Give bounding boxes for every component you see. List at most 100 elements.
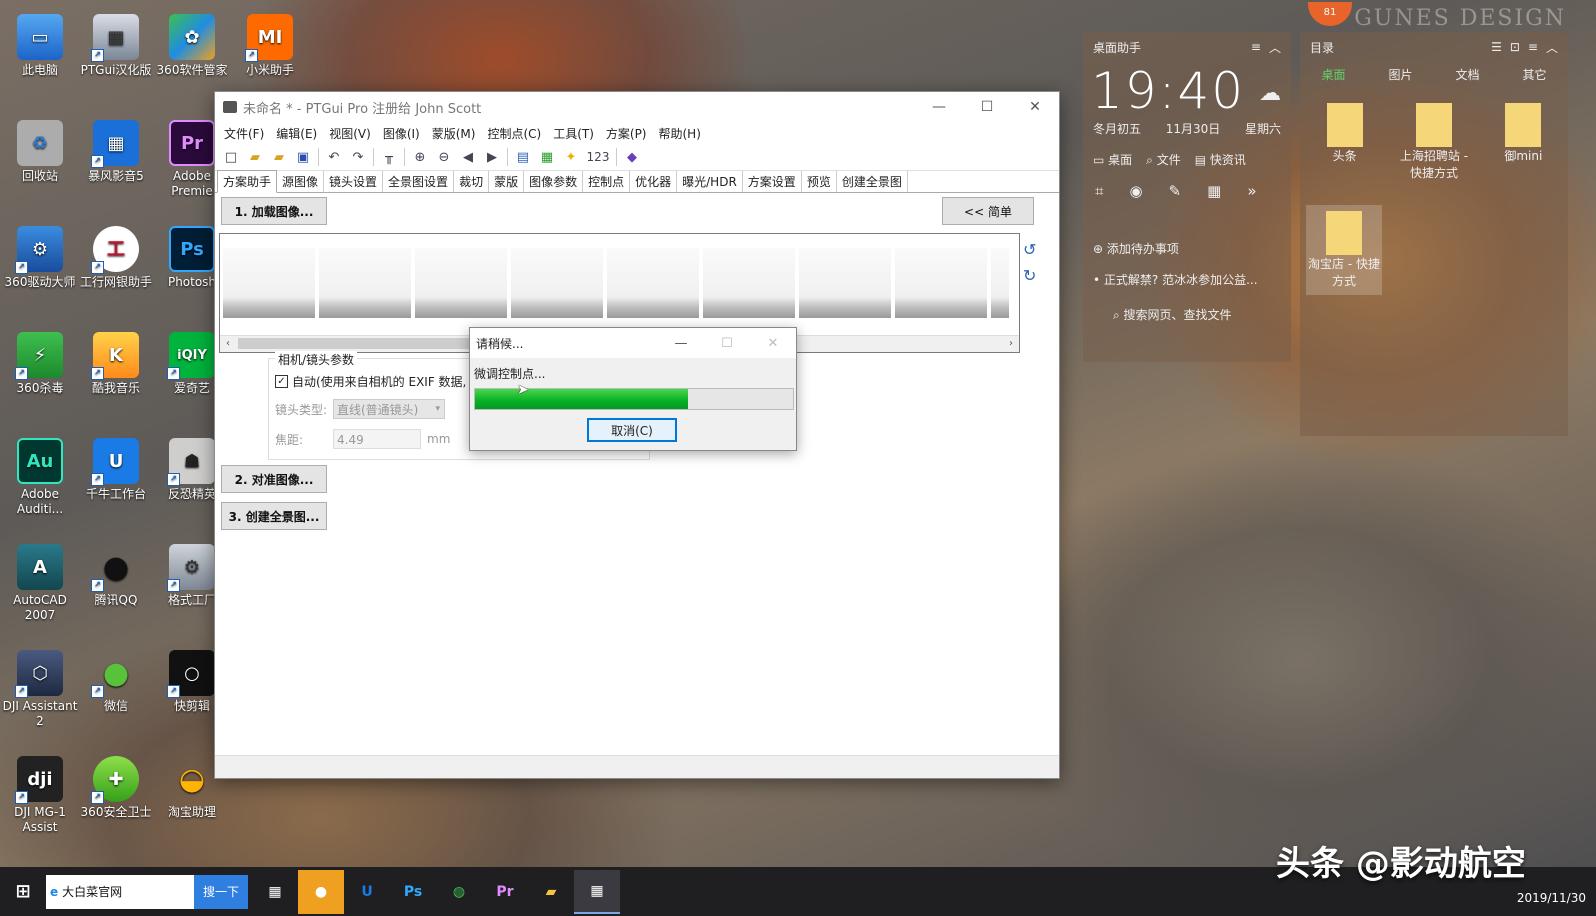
news-item[interactable]: • 正式解禁? 范冰冰参加公益... xyxy=(1083,257,1291,288)
menu-tools[interactable]: 工具(T) xyxy=(547,125,600,142)
desktop-icon-wechat[interactable]: ● ↗ 微信 xyxy=(78,650,154,714)
desktop-icon-baofeng[interactable]: ▦ ↗ 暴风影音5 xyxy=(78,120,154,184)
menu-help[interactable]: 帮助(H) xyxy=(653,125,707,142)
desktop-icon-qq[interactable]: ● ↗ 腾讯QQ xyxy=(78,544,154,608)
tab-project-settings[interactable]: 方案设置 xyxy=(743,171,802,192)
table-icon[interactable]: ▦ xyxy=(535,146,559,168)
taskbar-search-input[interactable]: e 大白菜官网 xyxy=(46,874,194,909)
crop-icon[interactable]: ⌗ xyxy=(1095,182,1103,200)
new-file-icon[interactable]: □ xyxy=(219,146,243,168)
minimize-button[interactable]: — xyxy=(915,92,963,122)
dir-tab-images[interactable]: 图片 xyxy=(1388,66,1412,83)
tripod-icon[interactable]: ╥ xyxy=(377,146,401,168)
desktop-icon-audition[interactable]: Au Adobe Auditi... xyxy=(2,438,78,517)
dialog-titlebar[interactable]: 请稍候... — ☐ ✕ xyxy=(470,328,796,358)
close-button[interactable]: ✕ xyxy=(1011,92,1059,122)
focal-length-input[interactable]: 4.49 xyxy=(333,429,421,449)
todo-add[interactable]: ⊕ 添加待办事项 xyxy=(1083,200,1291,257)
dir-tab-other[interactable]: 其它 xyxy=(1522,66,1546,83)
rotate-right-icon[interactable]: ↻ xyxy=(1023,266,1036,285)
menu-view[interactable]: 视图(V) xyxy=(323,125,377,142)
eye-icon[interactable]: ◉ xyxy=(1129,182,1142,200)
simple-mode-button[interactable]: << 简单 xyxy=(942,197,1034,225)
open-folder-icon[interactable]: ▰ xyxy=(243,146,267,168)
dir-item-shanghai[interactable]: 上海招聘站 - 快捷方式 xyxy=(1396,103,1472,181)
menu-icon[interactable]: ≡ xyxy=(1251,40,1261,54)
image-thumbnail[interactable] xyxy=(607,248,699,318)
arrow-left-icon[interactable]: ◀ xyxy=(456,146,480,168)
menu-icon[interactable]: ≡ xyxy=(1528,40,1538,54)
menu-mask[interactable]: 蒙版(M) xyxy=(426,125,482,142)
save-icon[interactable]: ▣ xyxy=(291,146,315,168)
create-panorama-button[interactable]: 3. 创建全景图... xyxy=(221,502,327,530)
list-icon[interactable]: ☰ xyxy=(1491,40,1502,54)
link-files[interactable]: ⌕ 文件 xyxy=(1146,151,1181,168)
tab-source-images[interactable]: 源图像 xyxy=(277,171,325,192)
menu-control-points[interactable]: 控制点(C) xyxy=(481,125,547,142)
desktop-icon-recycle-bin[interactable]: ♻ 回收站 xyxy=(2,120,78,184)
number-button[interactable]: 123 xyxy=(583,146,613,168)
menu-edit[interactable]: 编辑(E) xyxy=(270,125,323,142)
file-explorer-icon[interactable]: ▰ xyxy=(528,870,574,914)
dir-item-mavic-mini[interactable]: 御mini xyxy=(1485,103,1561,181)
align-images-button[interactable]: 2. 对准图像... xyxy=(221,465,327,493)
dir-tab-desktop[interactable]: 桌面 xyxy=(1321,66,1345,83)
image-thumbnail[interactable] xyxy=(415,248,507,318)
calculator-icon[interactable]: ▦ xyxy=(1207,182,1221,200)
image-thumbnail[interactable] xyxy=(799,248,891,318)
dir-tab-docs[interactable]: 文档 xyxy=(1455,66,1479,83)
tab-control-points[interactable]: 控制点 xyxy=(583,171,631,192)
scroll-left-icon[interactable]: ‹ xyxy=(220,336,236,352)
desktop-icon-360-manager[interactable]: ✿ 360软件管家 xyxy=(154,14,230,78)
dir-item-taobao[interactable]: 淘宝店 - 快捷方式 xyxy=(1306,205,1382,295)
desktop-icon-360-driver[interactable]: ⚙ ↗ 360驱动大师 xyxy=(2,226,78,290)
tab-image-parameters[interactable]: 图像参数 xyxy=(524,171,584,192)
desktop-icon-autocad[interactable]: A AutoCAD 2007 xyxy=(2,544,78,623)
image-thumbnail[interactable] xyxy=(223,248,315,318)
panorama-editor-icon[interactable]: ▤ xyxy=(511,146,535,168)
chevron-up-icon[interactable]: ︿ xyxy=(1546,39,1558,56)
desktop-icon-360-antivirus[interactable]: ⚡ ↗ 360杀毒 xyxy=(2,332,78,396)
premiere-icon[interactable]: Pr xyxy=(482,870,528,914)
forward-icon[interactable]: » xyxy=(1247,182,1256,200)
image-thumbnail[interactable] xyxy=(991,248,1009,318)
cancel-button[interactable]: 取消(C) xyxy=(587,418,677,442)
window-titlebar[interactable]: 未命名 * - PTGui Pro 注册给 John Scott — ☐ ✕ xyxy=(215,92,1059,122)
auto-exif-checkbox[interactable]: ✓ xyxy=(275,375,288,388)
desktop-icon-ptgui[interactable]: ▦ ↗ PTGui汉化版 xyxy=(78,14,154,78)
desktop-icon-this-pc[interactable]: ▭ 此电脑 xyxy=(2,14,78,78)
redo-icon[interactable]: ↷ xyxy=(346,146,370,168)
desktop-icon-icbc[interactable]: 工 ↗ 工行网银助手 xyxy=(78,226,154,290)
qianniu-icon[interactable]: U xyxy=(344,870,390,914)
scroll-right-icon[interactable]: › xyxy=(1003,336,1019,352)
image-thumbnail[interactable] xyxy=(895,248,987,318)
load-images-button[interactable]: 1. 加载图像... xyxy=(221,197,327,225)
tab-crop[interactable]: 裁切 xyxy=(454,171,490,192)
arrow-right-icon[interactable]: ▶ xyxy=(480,146,504,168)
tab-optimizer[interactable]: 优化器 xyxy=(630,171,678,192)
desktop-icon-mi-assistant[interactable]: MI ↗ 小米助手 xyxy=(232,14,308,78)
widget-search[interactable]: ⌕ 搜索网页、查找文件 xyxy=(1083,288,1291,323)
calculator-icon[interactable]: ▦ xyxy=(252,870,298,914)
desktop-icon-dji-assistant[interactable]: ⬡ ↗ DJI Assistant 2 xyxy=(2,650,78,729)
zoom-in-icon[interactable]: ⊕ xyxy=(408,146,432,168)
scrollbar-thumb[interactable] xyxy=(238,338,488,349)
tab-preview[interactable]: 预览 xyxy=(802,171,837,192)
chevron-up-icon[interactable]: ︿ xyxy=(1269,39,1281,56)
image-thumbnail[interactable] xyxy=(703,248,795,318)
desktop-icon-360-safe[interactable]: ✚ ↗ 360安全卫士 xyxy=(78,756,154,820)
lens-type-select[interactable]: 直线(普通镜头) ▾ xyxy=(333,399,445,419)
image-thumbnail[interactable] xyxy=(511,248,603,318)
dir-item-toutiao[interactable]: 头条 xyxy=(1307,103,1383,181)
dialog-minimize-button[interactable]: — xyxy=(658,336,704,351)
rotate-left-icon[interactable]: ↺ xyxy=(1023,240,1036,259)
edit-icon[interactable]: ✎ xyxy=(1169,182,1182,200)
image-thumbnail[interactable] xyxy=(319,248,411,318)
link-news[interactable]: ▤ 快资讯 xyxy=(1195,151,1246,168)
tab-mask[interactable]: 蒙版 xyxy=(489,171,525,192)
desktop-icon-qianniu[interactable]: U ↗ 千牛工作台 xyxy=(78,438,154,502)
link-desktop[interactable]: ▭ 桌面 xyxy=(1093,151,1132,168)
lock-icon[interactable]: ⊡ xyxy=(1510,40,1520,54)
menu-file[interactable]: 文件(F) xyxy=(218,125,270,142)
photoshop-icon[interactable]: Ps xyxy=(390,870,436,914)
